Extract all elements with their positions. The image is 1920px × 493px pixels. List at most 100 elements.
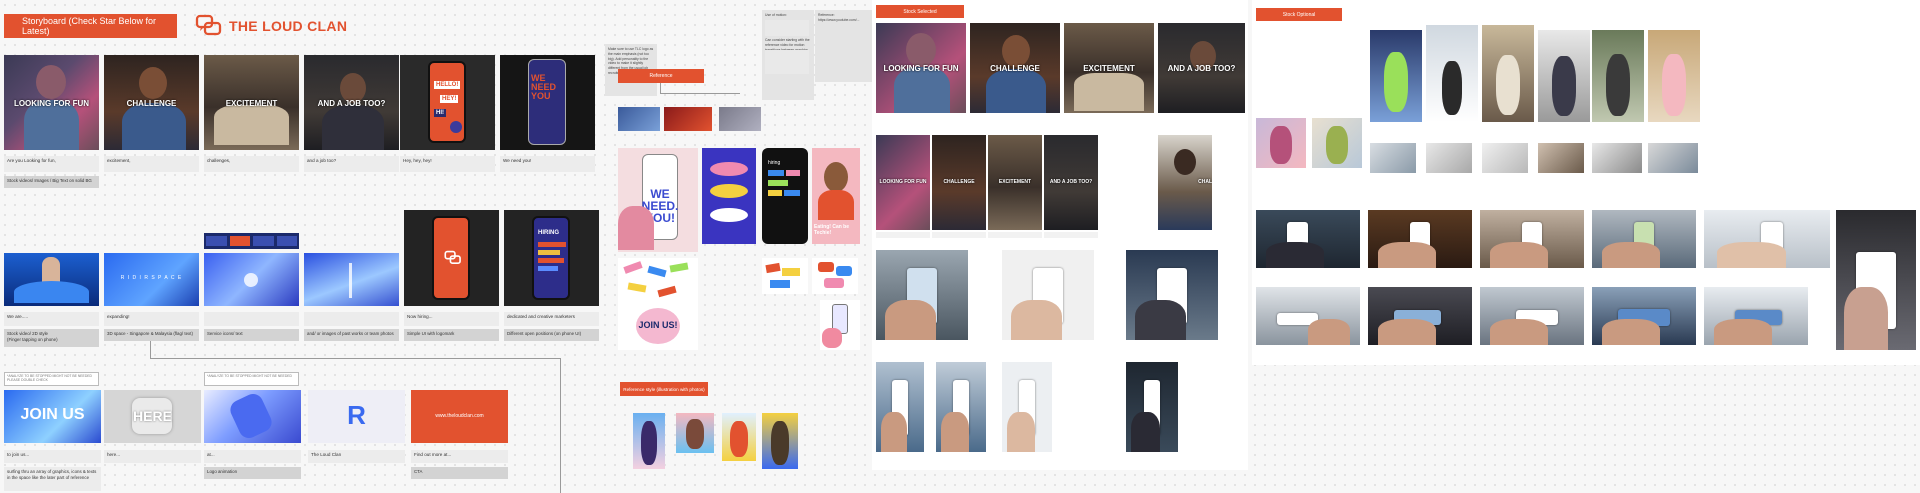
storyboard-frame-1[interactable]: LOOKING FOR FUN [4,55,99,150]
storyboard-frame-13[interactable]: JOIN US [4,390,101,443]
optional-phone-shot[interactable] [1368,287,1472,345]
reference-video-thumb[interactable] [719,107,761,131]
phone-mockup: WE NEED YOU [528,59,566,145]
storyboard-frame-3[interactable]: EXCITEMENT [204,55,299,150]
frame-overlay-text: www.theloudclan.com [435,413,484,419]
storyboard-frame-6[interactable]: WE NEED YOU [500,55,595,150]
frame-overlay-text: LOOKING FOR FUN [13,98,90,108]
frame-overlay-text: JOIN US [20,406,85,423]
optional-image[interactable] [1592,143,1642,173]
frame-caption: Hey, hey, hey! [400,156,495,172]
storyboard-frame-4[interactable]: AND A JOB TOO? [304,55,399,150]
reference-label[interactable]: Reference [618,69,704,83]
optional-image[interactable] [1592,30,1644,122]
stock-frame[interactable]: CHALLENGE [970,23,1060,113]
optional-image[interactable] [1256,118,1306,168]
storyboard-frame-8[interactable]: R I D I R S P A C E [104,253,199,306]
frame-caption [204,312,299,326]
screen-text: R I D I R S P A C E [120,275,183,281]
optional-phone-shot[interactable] [1256,287,1360,345]
reference-style-label[interactable]: Reference style (illustration with photo… [620,382,708,396]
stock-frame[interactable]: AND A JOB TOO? [1044,135,1098,230]
optional-image[interactable] [1482,143,1528,173]
storyboard-frame-2[interactable]: CHALLENGE [104,55,199,150]
frame-overlay-text: AND A JOB TOO? [1167,64,1236,74]
storyboard-frame-14[interactable]: HERE [104,390,201,443]
chat-bubbles-icon [195,14,222,36]
reference-video-thumb[interactable] [618,107,660,131]
stock-frame[interactable]: LOOKING FOR FUN [876,23,966,113]
illustration-photo [633,413,665,469]
reference-sticker: JOIN US! [618,258,698,350]
frame-overlay-text: EXCITEMENT [1083,64,1135,74]
stock-frame[interactable]: CHAL [1158,135,1212,230]
storyboard-frame-12[interactable]: HIRING [504,210,599,306]
storyboard-frame-16[interactable]: R [308,390,405,443]
optional-image[interactable] [1648,143,1698,173]
stock-frame[interactable]: LOOKING FOR FUN [876,135,930,230]
illustration-photo [762,413,798,469]
frame-overlay-text: R [347,400,366,430]
frame-caption: at... [204,450,301,463]
connector-line [560,358,561,493]
stock-caption [988,232,1042,238]
storyboard-frame-10[interactable] [304,253,399,306]
frame-overlay-text: EXCITEMENT [998,178,1032,185]
storyboard-title[interactable]: Storyboard (Check Star Below for Latest) [4,14,177,38]
optional-phone-shot[interactable] [1368,210,1472,268]
storyboard-frame-11[interactable] [404,210,499,306]
storyboard-frame-9[interactable] [204,253,299,306]
frame-caption: Find out more at... [411,450,508,463]
optional-image[interactable] [1426,143,1472,173]
reference-video-thumb[interactable] [664,107,712,131]
frame-caption: We need you! [500,156,595,172]
reference-image [812,258,858,294]
stock-phone-shot[interactable] [936,362,986,452]
optional-phone-shot[interactable] [1480,210,1584,268]
stock-frame[interactable]: EXCITEMENT [988,135,1042,230]
stock-phone-shot[interactable] [876,362,924,452]
optional-image[interactable] [1538,30,1590,122]
optional-phone-shot[interactable] [1704,287,1808,345]
optional-phone-shot[interactable] [1592,287,1696,345]
optional-image[interactable] [1482,25,1534,122]
stock-frame[interactable]: CHALLENGE [932,135,986,230]
reference-note: Reference: https://www.youtube.com/... [815,10,873,82]
connector-line [660,83,661,93]
optional-image[interactable] [1648,30,1700,122]
optional-image[interactable] [1370,143,1416,173]
optional-image[interactable] [1370,30,1422,122]
frame-caption: excitement, [104,156,199,172]
optional-image[interactable] [1538,143,1584,173]
storyboard-frame-17[interactable]: www.theloudclan.com [411,390,508,443]
storyboard-frame-5[interactable]: HELLO! HEY! HI! [400,55,495,150]
frame-caption: Now hiring... [404,312,499,326]
stock-frame[interactable]: EXCITEMENT [1064,23,1154,113]
stock-phone-shot[interactable] [1002,362,1052,452]
optional-phone-shot[interactable] [1836,210,1916,350]
stock-phone-shot[interactable] [1002,250,1094,340]
phone-mockup [432,216,470,300]
frame-caption: here... [104,450,201,463]
optional-phone-shot[interactable] [1704,210,1830,268]
stock-caption [1044,232,1098,238]
optional-image[interactable] [1426,25,1478,122]
optional-phone-shot[interactable] [1480,287,1584,345]
frame-caption: Are you Looking for fun, [4,156,99,172]
optional-phone-shot[interactable] [1592,210,1696,268]
stock-phone-shot[interactable] [876,250,968,340]
optional-phone-shot[interactable] [1256,210,1360,268]
stock-selected-label[interactable]: Stock Selected [876,5,964,18]
phone-bubble-text: HI! [434,109,446,117]
frame-overlay-text: LOOKING FOR FUN [879,178,927,185]
frame-caption: The Loud Clan [308,450,405,463]
optional-image[interactable] [1312,118,1362,168]
frame-caption: expanding! [104,312,199,326]
stock-phone-shot[interactable] [1126,250,1218,340]
stock-frame[interactable]: AND A JOB TOO? [1158,23,1245,113]
storyboard-frame-15[interactable] [204,390,301,443]
storyboard-frame-7[interactable] [4,253,99,306]
frame-overlay-text: LOOKING FOR FUN [883,64,959,74]
stock-phone-shot[interactable] [1126,362,1178,452]
stock-optional-label[interactable]: Stock Optional [1256,8,1342,21]
